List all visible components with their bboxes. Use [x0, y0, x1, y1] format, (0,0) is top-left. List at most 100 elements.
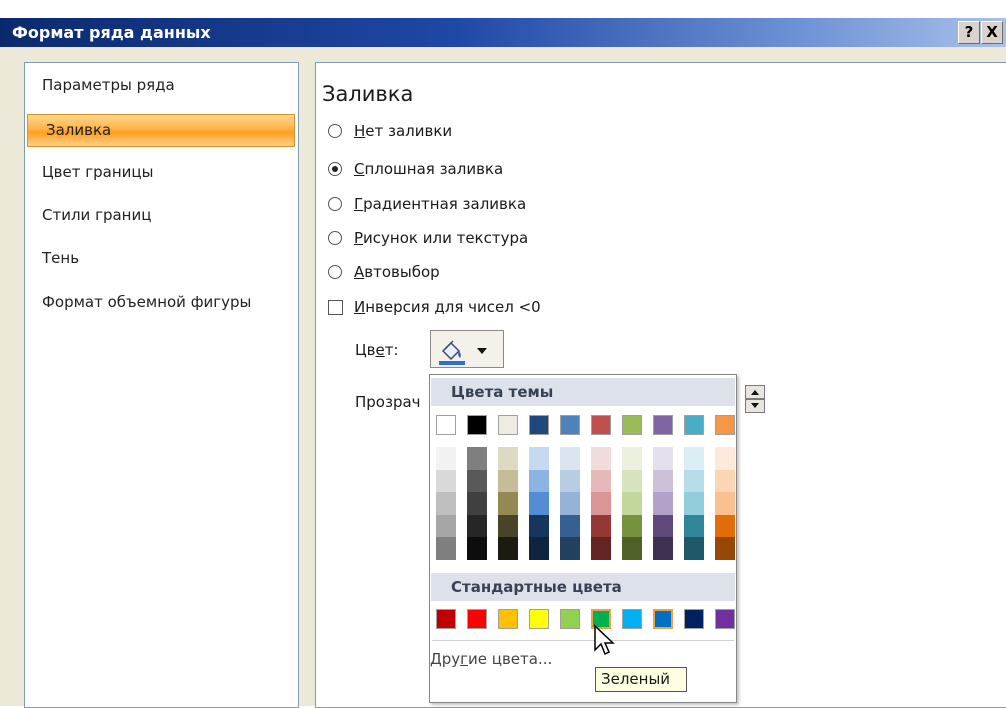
paint-bucket-icon [439, 340, 487, 365]
transparency-spinner[interactable] [745, 385, 765, 413]
theme-shade-swatch[interactable] [467, 469, 487, 493]
theme-shade-swatch[interactable] [622, 469, 642, 493]
theme-shade-swatch[interactable] [560, 469, 580, 493]
theme-shade-swatch[interactable] [529, 537, 549, 561]
theme-swatch[interactable] [684, 415, 704, 435]
theme-shade-swatch[interactable] [684, 447, 704, 470]
theme-shade-swatch[interactable] [529, 492, 549, 516]
popup-separator [432, 640, 734, 641]
theme-shade-swatch[interactable] [715, 447, 735, 470]
theme-swatch[interactable] [591, 415, 611, 435]
theme-shade-swatch[interactable] [591, 514, 611, 538]
theme-shade-swatch[interactable] [684, 492, 704, 516]
chevron-down-icon [477, 348, 487, 354]
theme-shade-swatch[interactable] [467, 492, 487, 516]
top-strip [0, 0, 1006, 18]
theme-shade-swatch[interactable] [591, 492, 611, 516]
theme-shade-swatch[interactable] [498, 514, 518, 538]
standard-swatch[interactable] [467, 609, 487, 629]
theme-shade-swatch[interactable] [529, 469, 549, 493]
theme-swatch[interactable] [436, 415, 456, 435]
theme-swatch[interactable] [622, 415, 642, 435]
standard-swatch[interactable] [560, 609, 580, 629]
standard-swatch[interactable] [529, 609, 549, 629]
theme-shade-swatch[interactable] [715, 492, 735, 516]
theme-shade-swatch[interactable] [591, 469, 611, 493]
theme-swatch[interactable] [653, 415, 673, 435]
theme-shade-swatch[interactable] [560, 492, 580, 516]
theme-shade-swatch[interactable] [653, 469, 673, 493]
category-list [24, 62, 299, 708]
theme-swatch[interactable] [498, 415, 518, 435]
theme-shade-swatch[interactable] [498, 492, 518, 516]
theme-shade-swatch[interactable] [560, 514, 580, 538]
theme-shade-swatch[interactable] [653, 514, 673, 538]
more-colors-link[interactable]: Другие цвета... [430, 650, 552, 668]
theme-shade-swatch[interactable] [467, 537, 487, 561]
theme-shade-swatch[interactable] [436, 537, 456, 561]
theme-shade-swatch[interactable] [560, 537, 580, 561]
theme-shade-swatch[interactable] [653, 447, 673, 470]
nav-item-label: Цвет границы [42, 163, 154, 181]
nav-item-5[interactable]: Формат объемной фигуры [24, 293, 297, 315]
theme-shade-swatch[interactable] [622, 514, 642, 538]
fill-option-label: Автовыбор [354, 263, 440, 281]
nav-item-2[interactable]: Цвет границы [24, 163, 297, 185]
nav-item-label: Заливка [46, 121, 112, 139]
theme-shade-swatch[interactable] [684, 469, 704, 493]
theme-shade-swatch[interactable] [622, 447, 642, 470]
theme-shade-swatch[interactable] [653, 537, 673, 561]
standard-swatch[interactable] [622, 609, 642, 629]
theme-swatch[interactable] [715, 415, 735, 435]
theme-swatch[interactable] [467, 415, 487, 435]
standard-swatch[interactable] [653, 609, 673, 629]
standard-swatch[interactable] [715, 609, 735, 629]
nav-item-3[interactable]: Стили границ [24, 206, 297, 228]
theme-shade-swatch[interactable] [715, 469, 735, 493]
theme-shade-swatch[interactable] [436, 469, 456, 493]
nav-item-4[interactable]: Тень [24, 249, 297, 271]
theme-shade-swatch[interactable] [560, 447, 580, 470]
theme-shade-swatch[interactable] [436, 514, 456, 538]
theme-shade-swatch[interactable] [498, 447, 518, 470]
close-button[interactable]: X [981, 21, 1003, 44]
theme-shade-swatch[interactable] [529, 447, 549, 470]
radio-button[interactable] [328, 124, 342, 138]
help-button[interactable]: ? [958, 21, 980, 44]
standard-swatch[interactable] [684, 609, 704, 629]
theme-shade-swatch[interactable] [529, 514, 549, 538]
radio-button[interactable] [328, 231, 342, 245]
theme-shade-swatch[interactable] [591, 537, 611, 561]
theme-shade-swatch[interactable] [622, 492, 642, 516]
radio-button[interactable] [328, 162, 342, 176]
fill-option-label: Рисунок или текстура [354, 229, 529, 247]
color-picker-button[interactable] [430, 330, 504, 368]
theme-shade-swatch[interactable] [684, 514, 704, 538]
standard-swatch[interactable] [436, 609, 456, 629]
theme-shade-swatch[interactable] [715, 514, 735, 538]
standard-swatch[interactable] [498, 609, 518, 629]
theme-shade-swatch[interactable] [467, 447, 487, 470]
theme-shade-swatch[interactable] [436, 492, 456, 516]
swatch-tooltip: Зеленый [595, 667, 687, 692]
theme-shade-swatch[interactable] [591, 447, 611, 470]
invert-checkbox[interactable] [328, 300, 343, 315]
standard-colors-header: Стандартные цвета [431, 573, 735, 601]
radio-button[interactable] [328, 197, 342, 211]
nav-item-0[interactable]: Параметры ряда [24, 76, 297, 98]
theme-shade-swatch[interactable] [622, 537, 642, 561]
theme-shade-swatch[interactable] [498, 469, 518, 493]
theme-shade-swatch[interactable] [653, 492, 673, 516]
transparency-label: Прозрач [355, 393, 421, 411]
theme-shade-swatch[interactable] [684, 537, 704, 561]
theme-shade-swatch[interactable] [467, 514, 487, 538]
theme-shade-swatch[interactable] [436, 447, 456, 470]
theme-swatch[interactable] [529, 415, 549, 435]
nav-item-1[interactable]: Заливка [27, 114, 295, 147]
theme-shade-swatch[interactable] [498, 537, 518, 561]
radio-button[interactable] [328, 265, 342, 279]
theme-shade-swatch[interactable] [715, 537, 735, 561]
nav-item-label: Тень [42, 249, 80, 267]
theme-swatch[interactable] [560, 415, 580, 435]
nav-item-label: Формат объемной фигуры [42, 293, 252, 311]
